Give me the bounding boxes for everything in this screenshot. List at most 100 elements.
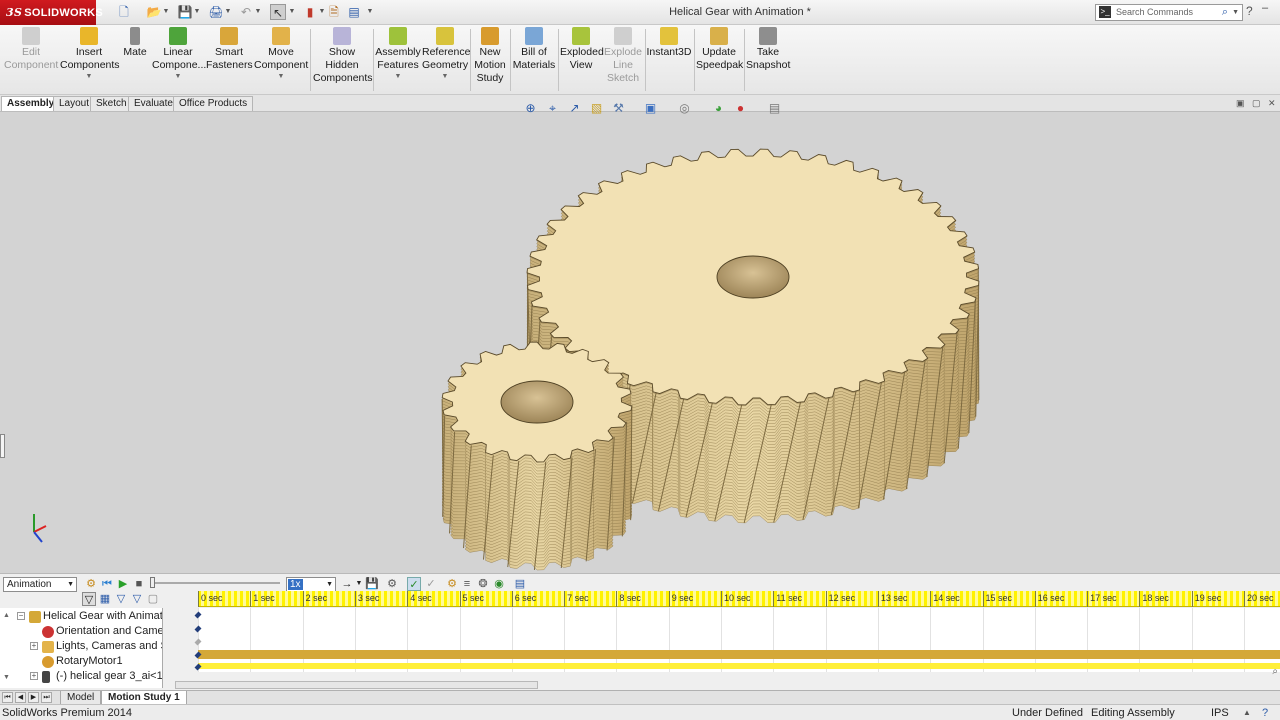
small-helical-gear[interactable]: [441, 341, 633, 571]
key-point-icon[interactable]: [194, 638, 202, 646]
open-dropdown-icon[interactable]: ▼: [162, 4, 170, 20]
tree-collapse-icon[interactable]: −: [17, 612, 25, 620]
damper-icon[interactable]: ❂: [476, 577, 490, 591]
undo-dropdown-icon[interactable]: ▼: [254, 4, 262, 20]
close-pane-icon[interactable]: ✕: [1268, 98, 1276, 109]
tab-evaluate[interactable]: Evaluate: [128, 96, 179, 111]
rebuild-traffic-light-icon[interactable]: ▮: [302, 4, 318, 20]
tree-item-assembly[interactable]: − Helical Gear with Animati: [0, 609, 162, 624]
filter-selected-icon[interactable]: ▽: [114, 592, 128, 606]
tab-office-products[interactable]: Office Products: [173, 96, 254, 111]
tab-model[interactable]: Model: [60, 691, 102, 705]
study-type-select[interactable]: Animation ▼: [3, 577, 77, 592]
filter-driving-icon[interactable]: ▦: [98, 592, 112, 606]
options-icon[interactable]: ▤: [346, 4, 362, 20]
smart-fasteners-button[interactable]: Smart Fasteners: [206, 27, 253, 72]
first-tab-icon[interactable]: ⏮: [2, 692, 13, 703]
file-properties-icon[interactable]: 🗎: [326, 4, 342, 20]
select-dropdown-icon[interactable]: ▼: [288, 4, 296, 20]
gravity-icon[interactable]: ◉: [492, 577, 506, 591]
key-point-icon[interactable]: [194, 663, 202, 671]
linear-component-pattern-button[interactable]: Linear Compone... ▼: [152, 27, 206, 81]
solidworks-logo[interactable]: 3S SOLIDWORKS: [0, 0, 103, 25]
open-folder-icon[interactable]: 📂: [146, 4, 162, 20]
timeline-ruler[interactable]: 0 sec 1 sec 2 sec 3 sec 4 sec 5 sec 6 sec 7 sec…: [198, 591, 1280, 607]
motor-icon[interactable]: ⚙: [445, 577, 459, 591]
motion-study-properties-icon[interactable]: ▤: [513, 577, 527, 591]
insert-components-button[interactable]: Insert Components ▼: [60, 27, 120, 81]
next-tab-icon[interactable]: ▶: [28, 692, 39, 703]
timeline[interactable]: 0 sec 1 sec 2 sec 3 sec 4 sec 5 sec 6 sec 7 sec…: [194, 591, 1280, 691]
move-component-button[interactable]: Move Component ▼: [254, 27, 308, 81]
options-dropdown-icon[interactable]: ▼: [366, 4, 374, 20]
linear-pattern-dropdown-icon[interactable]: ▼: [152, 72, 204, 81]
key-point-icon[interactable]: [194, 625, 202, 633]
filter-results-icon[interactable]: ▽: [130, 592, 144, 606]
new-document-icon[interactable]: 🗋: [116, 4, 132, 20]
insert-components-dropdown-icon[interactable]: ▼: [60, 72, 118, 81]
help-icon[interactable]: ?: [1246, 4, 1253, 18]
tab-sketch[interactable]: Sketch: [90, 96, 133, 111]
play-icon[interactable]: ▶: [116, 577, 130, 591]
stop-icon[interactable]: ■: [132, 577, 146, 591]
timeline-body[interactable]: [194, 608, 1280, 672]
tree-item-rotary-motor[interactable]: RotaryMotor1: [0, 654, 162, 669]
graphics-area[interactable]: ⊕ ⌖ ↗ ▧ ⚒ ▣ ◎ ◕ ● ▤: [0, 101, 1280, 573]
take-snapshot-button[interactable]: Take Snapshot: [746, 27, 790, 72]
tree-expand-icon[interactable]: +: [30, 672, 38, 680]
key-point-icon[interactable]: [194, 611, 202, 619]
scroll-down-icon[interactable]: ▼: [3, 674, 10, 681]
search-commands-field[interactable]: >_ Search Commands ⌕ ▼: [1095, 4, 1243, 21]
explode-line-sketch-button[interactable]: Explode Line Sketch: [603, 27, 643, 85]
helical-gears-model[interactable]: [0, 112, 1280, 573]
reference-geometry-button[interactable]: Reference Geometry ▼: [422, 27, 470, 81]
playback-speed-select[interactable]: 1x ▼: [286, 577, 336, 592]
tab-assembly[interactable]: Assembly: [1, 96, 61, 111]
print-icon[interactable]: 🖨: [208, 4, 224, 20]
zoom-timeline-icon[interactable]: ⌕: [1272, 666, 1278, 677]
filter-animated-icon[interactable]: ▽: [82, 592, 96, 606]
bill-of-materials-button[interactable]: Bill of Materials: [512, 27, 556, 72]
quick-tips-icon[interactable]: ?: [1262, 705, 1268, 720]
previous-tab-icon[interactable]: ◀: [15, 692, 26, 703]
save-icon[interactable]: 💾: [177, 4, 193, 20]
maximize-pane-icon[interactable]: ▢: [1252, 98, 1261, 109]
update-speedpak-button[interactable]: Update Speedpak: [696, 27, 743, 72]
search-icon[interactable]: ⌕: [1222, 5, 1228, 20]
animation-wizard-icon[interactable]: ⚙: [385, 577, 399, 591]
move-component-dropdown-icon[interactable]: ▼: [254, 72, 308, 81]
undo-icon[interactable]: ↶: [238, 4, 254, 20]
add-key-icon[interactable]: ✓: [424, 577, 438, 591]
reference-geometry-dropdown-icon[interactable]: ▼: [422, 72, 468, 81]
exploded-view-button[interactable]: Exploded View: [560, 27, 604, 72]
scroll-up-icon[interactable]: ▲: [3, 612, 10, 619]
assembly-features-dropdown-icon[interactable]: ▼: [375, 72, 421, 81]
last-tab-icon[interactable]: ⏭: [41, 692, 52, 703]
calculate-icon[interactable]: ⚙: [84, 577, 98, 591]
autokey-icon[interactable]: ✓: [407, 577, 421, 591]
units-dropdown-icon[interactable]: ▲: [1243, 705, 1251, 720]
tree-item-helical-gear[interactable]: + (-) helical gear 3_ai<1:: [0, 669, 162, 684]
save-animation-icon[interactable]: 💾: [365, 577, 379, 591]
search-dropdown-icon[interactable]: ▼: [1232, 5, 1239, 20]
new-motion-study-button[interactable]: New Motion Study: [472, 27, 508, 85]
minimize-icon[interactable]: –: [1262, 2, 1268, 14]
tab-motion-study-1[interactable]: Motion Study 1: [101, 691, 187, 705]
show-hidden-components-button[interactable]: Show Hidden Components: [313, 27, 373, 85]
unit-system[interactable]: IPS: [1211, 705, 1229, 720]
rebuild-dropdown-icon[interactable]: ▼: [318, 4, 326, 20]
filter-collapse-icon[interactable]: ▢: [146, 592, 160, 606]
save-dropdown-icon[interactable]: ▼: [193, 4, 201, 20]
gear-timeline-bar[interactable]: [198, 663, 1280, 669]
playback-mode-dropdown-icon[interactable]: ▼: [352, 577, 366, 591]
play-from-start-icon[interactable]: ⏮: [100, 577, 114, 591]
print-dropdown-icon[interactable]: ▼: [224, 4, 232, 20]
playback-scrubber[interactable]: [150, 577, 280, 588]
spring-icon[interactable]: ≡: [460, 577, 474, 591]
restore-pane-icon[interactable]: ▣: [1236, 98, 1245, 109]
timeline-horizontal-scrollbar[interactable]: [175, 681, 538, 689]
select-cursor-icon[interactable]: ↖: [270, 4, 286, 20]
edit-component-button[interactable]: Edit Component: [4, 27, 58, 72]
rotary-motor-timeline-bar[interactable]: [198, 650, 1280, 659]
tree-item-lights[interactable]: + Lights, Cameras and Sc: [0, 639, 162, 654]
